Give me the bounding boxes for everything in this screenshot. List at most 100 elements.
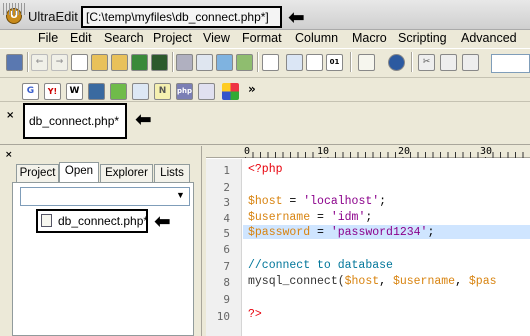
code-variable: $username xyxy=(248,211,311,224)
replace-icon[interactable] xyxy=(236,54,253,71)
toolbar-overflow-chevron[interactable]: » xyxy=(248,82,256,96)
menu-macro[interactable]: Macro xyxy=(352,31,387,45)
code-terminator: ; xyxy=(379,195,387,208)
file-icon xyxy=(41,214,52,227)
code-operator: = xyxy=(310,226,331,239)
perl-help-icon[interactable] xyxy=(198,83,215,100)
save-all-icon[interactable] xyxy=(151,54,168,71)
code-terminator: ; xyxy=(427,226,435,239)
menu-grip-icon[interactable] xyxy=(3,3,25,15)
menu-format[interactable]: Format xyxy=(242,31,282,45)
php-help-icon[interactable]: php xyxy=(176,83,193,100)
code-operator: = xyxy=(282,195,304,208)
cut-icon[interactable]: ✂ xyxy=(418,54,435,71)
menu-edit[interactable]: Edit xyxy=(70,31,92,45)
toolbar-separator xyxy=(411,52,412,72)
line-number: 3 xyxy=(223,196,230,209)
menu-search[interactable]: Search xyxy=(104,31,144,45)
web-search-icon[interactable] xyxy=(88,83,105,100)
print-icon[interactable] xyxy=(176,54,193,71)
panel-tab-explorer[interactable]: Explorer xyxy=(100,164,153,182)
code-line-10: ?> xyxy=(248,308,262,321)
copy-icon[interactable] xyxy=(440,54,457,71)
menu-view[interactable]: View xyxy=(203,31,230,45)
ruler-label: 30 xyxy=(480,146,493,157)
open-file-label: db_connect.php* xyxy=(58,214,149,228)
code-line-7: //connect to database xyxy=(248,259,393,272)
forward-icon[interactable]: → xyxy=(51,54,68,71)
code-string: 'localhost' xyxy=(303,195,380,208)
back-icon[interactable]: ← xyxy=(31,54,48,71)
menu-advanced[interactable]: Advanced xyxy=(461,31,517,45)
line-number: 9 xyxy=(223,293,230,306)
wikipedia-search-icon[interactable]: W xyxy=(66,83,83,100)
word-wrap-icon[interactable] xyxy=(262,54,279,71)
line-number: 6 xyxy=(223,243,230,256)
hex-mode-icon[interactable]: 01 xyxy=(326,54,343,71)
open-files-filter-dropdown[interactable] xyxy=(20,187,190,206)
open-recent-icon[interactable] xyxy=(111,54,128,71)
find-icon[interactable] xyxy=(216,54,233,71)
line-number: 10 xyxy=(216,310,230,323)
panel-tab-lists[interactable]: Lists xyxy=(154,164,190,182)
window-title-path: [C:\temp\myfiles\db_connect.php*] xyxy=(86,10,269,24)
menu-scripting[interactable]: Scripting xyxy=(398,31,447,45)
panel-tab-open[interactable]: Open xyxy=(59,162,99,183)
code-line-8: mysql_connect($host, $username, $pas xyxy=(248,275,497,288)
code-variable: $host xyxy=(248,195,283,208)
google-search-icon[interactable]: G xyxy=(22,83,39,100)
code-variable: $username xyxy=(392,275,456,288)
print-preview-icon[interactable] xyxy=(196,54,213,71)
window-title-app: UltraEdit - xyxy=(28,9,86,24)
menu-column[interactable]: Column xyxy=(295,31,338,45)
line-number: 2 xyxy=(223,181,230,194)
panel-tab-project[interactable]: Project xyxy=(16,164,59,182)
browser-view-icon[interactable] xyxy=(388,54,405,71)
code-comma: , xyxy=(379,275,393,288)
code-line-1: <?php xyxy=(248,163,283,176)
toolbar-separator xyxy=(350,52,351,72)
ruler-label: 0 xyxy=(244,146,251,157)
windows-help-icon[interactable] xyxy=(222,83,239,100)
notes-icon[interactable]: N xyxy=(154,83,171,100)
line-number: 4 xyxy=(223,212,230,225)
toolbar-separator xyxy=(27,52,28,72)
paste-icon[interactable] xyxy=(462,54,479,71)
open-folder-icon[interactable] xyxy=(91,54,108,71)
line-numbers-icon[interactable] xyxy=(306,54,323,71)
code-search-icon[interactable] xyxy=(110,83,127,100)
document-list-icon[interactable] xyxy=(358,54,375,71)
code-line-5: $password = 'password1234'; xyxy=(248,226,434,239)
annotation-arrow-left-icon: ⬅ xyxy=(135,107,152,131)
line-number: 5 xyxy=(223,227,230,240)
menu-project[interactable]: Project xyxy=(153,31,192,45)
code-comma: , xyxy=(455,275,469,288)
line-number: 1 xyxy=(223,164,230,177)
toolbar-separator xyxy=(257,52,258,72)
ftp-icon[interactable] xyxy=(6,54,23,71)
annotation-arrow-left-icon: ⬅ xyxy=(154,209,171,233)
code-function: mysql_connect( xyxy=(248,275,345,288)
php-open-tag: <?php xyxy=(248,163,283,176)
code-variable: $host xyxy=(344,275,380,288)
code-line-4: $username = 'idm'; xyxy=(248,211,372,224)
new-file-icon[interactable] xyxy=(71,54,88,71)
annotation-arrow-left-icon: ⬅ xyxy=(288,5,305,29)
line-number: 7 xyxy=(223,260,230,273)
ruler-label: 20 xyxy=(398,146,411,157)
yahoo-search-icon[interactable]: Y! xyxy=(44,83,61,100)
file-tab-label: db_connect.php* xyxy=(29,114,120,128)
quick-find-input[interactable] xyxy=(491,54,530,73)
column-mode-icon[interactable] xyxy=(286,54,303,71)
code-variable: $pas xyxy=(468,275,497,288)
close-tab-icon[interactable]: × xyxy=(6,110,14,121)
ruler-label: 10 xyxy=(317,146,330,157)
code-operator: = xyxy=(310,211,331,224)
dropdown-arrow-icon[interactable]: ▼ xyxy=(176,190,185,200)
menu-file[interactable]: File xyxy=(38,31,58,45)
close-panel-icon[interactable]: × xyxy=(5,150,13,160)
save-icon[interactable] xyxy=(131,54,148,71)
reference-icon[interactable] xyxy=(132,83,149,100)
line-number: 8 xyxy=(223,276,230,289)
code-terminator: ; xyxy=(365,211,373,224)
